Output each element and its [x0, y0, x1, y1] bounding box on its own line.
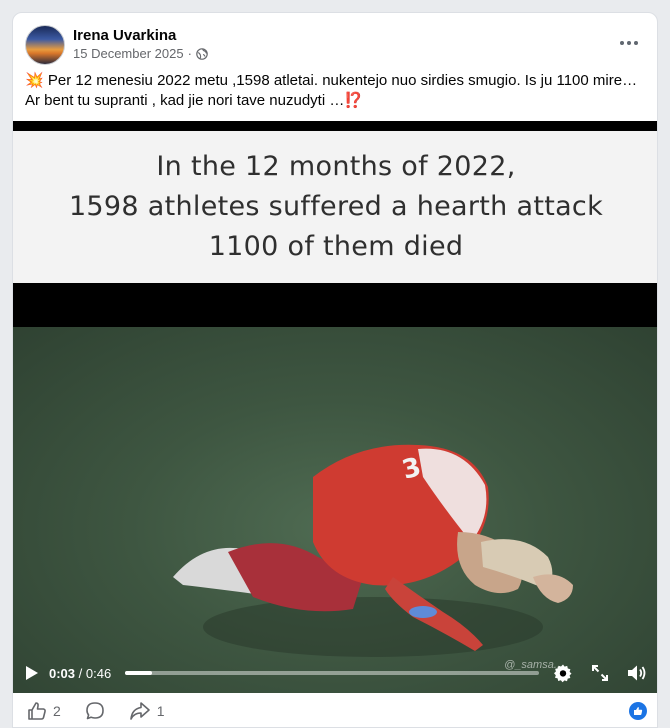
post-card: Irena Uvarkina 15 December 2025 · 💥 Per …: [12, 12, 658, 728]
post-text-line-1: 💥 Per 12 menesiu 2022 metu ,1598 atletai…: [25, 72, 638, 89]
video-player[interactable]: In the 12 months of 2022, 1598 athletes …: [13, 121, 657, 693]
current-time: 0:03: [49, 665, 76, 681]
post-header: Irena Uvarkina 15 December 2025 ·: [13, 13, 657, 75]
time-separator: /: [75, 665, 86, 681]
like-count: 2: [53, 703, 61, 719]
post-text-line-2: Ar bent tu supranti , kad jie nori tave …: [25, 92, 364, 109]
video-controls: 0:03 / 0:46: [13, 653, 657, 693]
facebook-badge-icon[interactable]: [629, 702, 647, 720]
video-right-controls: [553, 663, 647, 683]
thumbs-up-icon: [28, 702, 46, 720]
share-icon: [129, 702, 150, 720]
video-caption-box: In the 12 months of 2022, 1598 athletes …: [13, 131, 657, 283]
post-actions: 2 1: [13, 693, 657, 727]
share-button[interactable]: 1: [129, 701, 165, 721]
video-caption-line-2: 1598 athletes suffered a hearth attack: [68, 191, 604, 222]
volume-icon[interactable]: [627, 664, 647, 682]
settings-gear-icon[interactable]: [553, 663, 573, 683]
duration: 0:46: [85, 665, 112, 681]
more-options-icon[interactable]: [617, 31, 641, 55]
comment-button[interactable]: [85, 701, 105, 721]
meta-separator: ·: [187, 46, 192, 61]
fullscreen-icon[interactable]: [591, 664, 609, 682]
author-name[interactable]: Irena Uvarkina: [73, 27, 176, 44]
like-button[interactable]: 2: [27, 701, 61, 721]
video-caption-line-3: 1100 of them died: [208, 231, 464, 262]
comment-icon: [85, 702, 104, 720]
athlete-figure: 3: [173, 444, 573, 657]
progress-fill: [125, 671, 153, 675]
post-date[interactable]: 15 December 2025: [73, 46, 184, 61]
video-time: 0:03 / 0:46: [49, 666, 111, 681]
share-count: 1: [156, 703, 165, 719]
post-meta: 15 December 2025 ·: [73, 46, 208, 61]
globe-icon: [196, 47, 208, 60]
progress-bar[interactable]: [125, 671, 539, 675]
post-text: 💥 Per 12 menesiu 2022 metu ,1598 atletai…: [25, 71, 647, 111]
play-icon[interactable]: [25, 665, 39, 681]
avatar[interactable]: [25, 25, 65, 65]
video-caption-line-1: In the 12 months of 2022,: [156, 151, 516, 182]
video-frame: 3: [13, 327, 657, 693]
